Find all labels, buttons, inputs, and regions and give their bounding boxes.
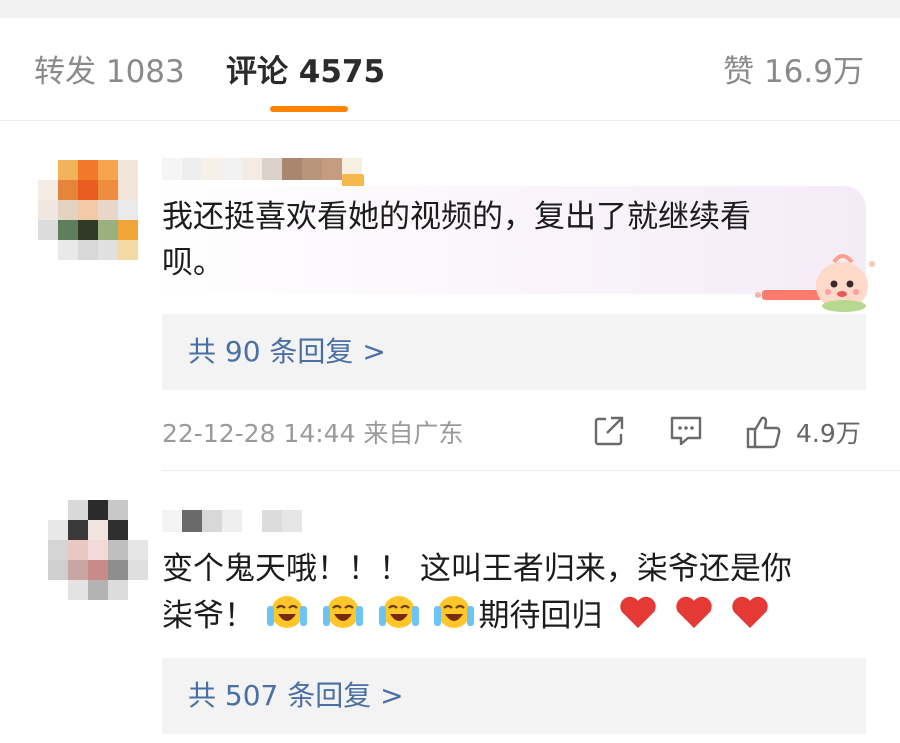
view-replies-link[interactable]: 共 507 条回复 >	[188, 678, 404, 714]
like-count: 4.9万	[796, 419, 861, 448]
tab-comments[interactable]: 评论 4575	[226, 52, 385, 92]
active-tab-indicator	[270, 106, 348, 112]
peach-character-sticker	[755, 254, 875, 312]
reply-thread-box[interactable]: 共 90 条回复 >	[162, 314, 866, 390]
red-heart-emoji	[676, 596, 712, 628]
thumbs-up-icon[interactable]	[745, 414, 783, 450]
tab-repost[interactable]: 转发 1083	[34, 52, 185, 92]
comment-text-line2: 柒爷！ 期待回归	[162, 592, 792, 639]
comment-text: 变个鬼天哦！！！ 这叫王者归来，柒爷还是你 柒爷！ 期待回归	[162, 546, 792, 639]
crying-laughing-emoji	[434, 596, 475, 628]
crying-laughing-emoji	[378, 596, 419, 628]
status-strip	[0, 0, 900, 18]
tab-bar: 转发 1083 评论 4575 赞 16.9万	[0, 18, 900, 121]
share-icon[interactable]	[592, 414, 626, 448]
comment-time-location: 22-12-28 14:44 来自广东	[162, 419, 464, 448]
comment-text-line2: 呗。	[162, 245, 224, 281]
avatar[interactable]	[48, 500, 148, 600]
view-replies-link[interactable]: 共 90 条回复 >	[188, 334, 386, 370]
comment-text-line2-end: 期待回归	[478, 598, 603, 634]
tab-likes[interactable]: 赞 16.9万	[723, 52, 864, 92]
comment-icon[interactable]	[668, 414, 704, 448]
comment-text-line2-start: 柒爷！	[162, 598, 255, 634]
crying-laughing-emoji	[322, 596, 363, 628]
red-heart-emoji	[732, 596, 768, 628]
comment-text-line1: 变个鬼天哦！！！ 这叫王者归来，柒爷还是你	[162, 551, 792, 587]
avatar[interactable]	[38, 160, 138, 260]
reply-thread-box[interactable]: 共 507 条回复 >	[162, 658, 866, 734]
comment-text-line1: 我还挺喜欢看她的视频的，复出了就继续看	[162, 199, 751, 235]
username[interactable]	[162, 510, 304, 532]
red-heart-emoji	[620, 596, 657, 628]
comment-text: 我还挺喜欢看她的视频的，复出了就继续看 呗。	[162, 194, 751, 286]
comment-divider	[162, 470, 900, 471]
crying-laughing-emoji	[266, 596, 307, 628]
username[interactable]	[162, 158, 368, 180]
